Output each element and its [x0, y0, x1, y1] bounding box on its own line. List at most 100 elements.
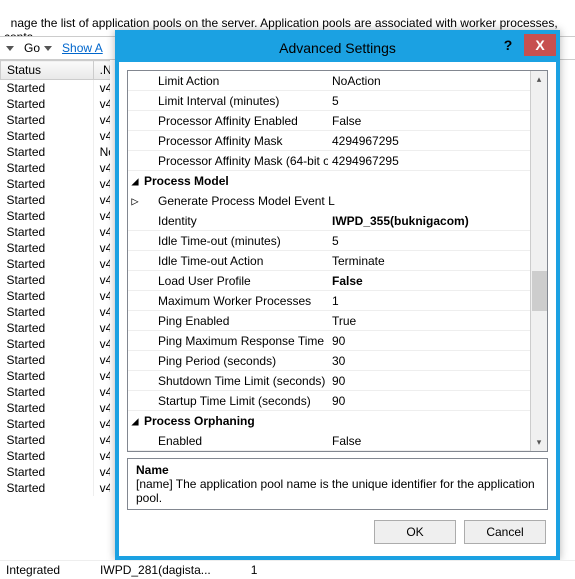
property-row[interactable]: Limit ActionNoAction — [128, 71, 530, 91]
table-row[interactable]: Startedv4.0 — [1, 288, 111, 304]
cell-net: v4.0 — [93, 176, 110, 192]
property-name: Ping Maximum Response Time ( — [128, 331, 328, 350]
col-status[interactable]: Status — [1, 61, 94, 80]
property-value[interactable]: 4294967295 — [328, 151, 530, 170]
expand-icon[interactable]: ◢ — [128, 411, 142, 431]
property-value[interactable]: 90 — [328, 371, 530, 390]
cell-net: v4.0 — [93, 416, 110, 432]
table-row[interactable]: Startedv4.0 — [1, 400, 111, 416]
table-row[interactable]: Startedv4.0 — [1, 368, 111, 384]
property-row[interactable]: Limit Interval (minutes)5 — [128, 91, 530, 111]
cell-status: Started — [1, 80, 94, 97]
property-row[interactable]: Processor Affinity Mask4294967295 — [128, 131, 530, 151]
table-row[interactable]: Startedv4.0 — [1, 480, 111, 496]
expand-icon[interactable]: ▷ — [128, 191, 142, 211]
property-row[interactable]: Startup Time Limit (seconds)90 — [128, 391, 530, 411]
table-row[interactable]: Startedv4.0 — [1, 432, 111, 448]
property-value[interactable]: NoAction — [328, 71, 530, 90]
property-row[interactable]: Ping EnabledTrue — [128, 311, 530, 331]
cell-net: v4.0 — [93, 208, 110, 224]
titlebar[interactable]: Advanced Settings ? X — [119, 34, 556, 62]
scroll-thumb[interactable] — [532, 271, 547, 311]
table-row[interactable]: Startedv4.0 — [1, 256, 111, 272]
cell-status: Started — [1, 336, 94, 352]
table-row[interactable]: Startedv4.0 — [1, 320, 111, 336]
table-row[interactable]: Startedv4.0 — [1, 272, 111, 288]
cell-net: v4.0 — [93, 336, 110, 352]
scroll-down-icon[interactable]: ▾ — [532, 434, 547, 451]
property-name: Limit Action — [128, 71, 328, 90]
cell-status: Started — [1, 432, 94, 448]
property-value[interactable]: True — [328, 311, 530, 330]
cell-status: Started — [1, 144, 94, 160]
table-row[interactable]: Startedv4.0 — [1, 304, 111, 320]
property-value[interactable]: 90 — [328, 331, 530, 350]
property-value[interactable]: 30 — [328, 351, 530, 370]
property-value[interactable]: False — [328, 431, 530, 450]
property-value[interactable]: IWPD_355(buknigacom) — [328, 211, 530, 230]
table-row[interactable]: Startedv4.0 — [1, 160, 111, 176]
property-row[interactable]: Maximum Worker Processes1 — [128, 291, 530, 311]
table-row[interactable]: Startedv4.0 — [1, 224, 111, 240]
cell-net: v4.0 — [93, 80, 110, 97]
table-row[interactable]: Startedv4.0 — [1, 384, 111, 400]
scrollbar[interactable]: ▴ ▾ — [530, 71, 547, 451]
category-row[interactable]: ▷Generate Process Model Event L — [128, 191, 530, 211]
table-row[interactable]: Startedv4.0 — [1, 176, 111, 192]
pool-count: 1 — [251, 563, 258, 577]
table-row[interactable]: Startedv4.0 — [1, 96, 111, 112]
close-button[interactable]: X — [524, 34, 556, 56]
property-row[interactable]: Idle Time-out ActionTerminate — [128, 251, 530, 271]
property-value[interactable]: False — [328, 271, 530, 290]
table-row[interactable]: Startedv4.0 — [1, 80, 111, 97]
filter-dropdown[interactable] — [6, 46, 14, 51]
cell-status: Started — [1, 384, 94, 400]
category-row[interactable]: ◢Process Orphaning — [128, 411, 530, 431]
go-dropdown[interactable]: Go — [24, 41, 52, 55]
property-name: Limit Interval (minutes) — [128, 91, 328, 110]
property-value[interactable]: Terminate — [328, 251, 530, 270]
property-row[interactable]: EnabledFalse — [128, 431, 530, 451]
table-row[interactable]: Startedv4.0 — [1, 208, 111, 224]
property-row[interactable]: Load User ProfileFalse — [128, 271, 530, 291]
cell-status: Started — [1, 208, 94, 224]
table-row[interactable]: Startedv4.0 — [1, 336, 111, 352]
property-value[interactable]: 5 — [328, 231, 530, 250]
table-row[interactable]: Startedv4.0 — [1, 112, 111, 128]
property-value[interactable]: 5 — [328, 91, 530, 110]
cancel-button[interactable]: Cancel — [464, 520, 546, 544]
cell-status: Started — [1, 272, 94, 288]
col-net[interactable]: .NET CL — [93, 61, 110, 80]
cell-status: Started — [1, 112, 94, 128]
property-row[interactable]: Processor Affinity Mask (64-bit o4294967… — [128, 151, 530, 171]
help-button[interactable]: ? — [492, 34, 524, 56]
property-row[interactable]: Ping Period (seconds)30 — [128, 351, 530, 371]
property-value[interactable]: 90 — [328, 391, 530, 410]
cell-status: Started — [1, 256, 94, 272]
table-row[interactable]: Startedv4.0 — [1, 240, 111, 256]
ok-button[interactable]: OK — [374, 520, 456, 544]
table-row[interactable]: Startedv4.0 — [1, 464, 111, 480]
table-row[interactable]: Startedv4.0 — [1, 128, 111, 144]
table-row[interactable]: Startedv4.0 — [1, 352, 111, 368]
property-value[interactable]: 4294967295 — [328, 131, 530, 150]
property-grid[interactable]: Limit ActionNoActionLimit Interval (minu… — [127, 70, 548, 452]
cell-status: Started — [1, 352, 94, 368]
scroll-up-icon[interactable]: ▴ — [532, 71, 547, 88]
pool-name: IWPD_281(dagista... — [100, 563, 211, 577]
expand-icon[interactable]: ◢ — [128, 171, 142, 191]
table-row[interactable]: Startedv4.0 — [1, 192, 111, 208]
cell-net: v4.0 — [93, 272, 110, 288]
table-row[interactable]: StartedNo Mar — [1, 144, 111, 160]
show-all-link[interactable]: Show A — [62, 41, 103, 55]
property-row[interactable]: Idle Time-out (minutes)5 — [128, 231, 530, 251]
property-row[interactable]: Processor Affinity EnabledFalse — [128, 111, 530, 131]
property-row[interactable]: Ping Maximum Response Time (90 — [128, 331, 530, 351]
table-row[interactable]: Startedv4.0 — [1, 416, 111, 432]
property-row[interactable]: IdentityIWPD_355(buknigacom) — [128, 211, 530, 231]
property-row[interactable]: Shutdown Time Limit (seconds)90 — [128, 371, 530, 391]
table-row[interactable]: Startedv4.0 — [1, 448, 111, 464]
category-row[interactable]: ◢Process Model — [128, 171, 530, 191]
property-value[interactable]: False — [328, 111, 530, 130]
property-value[interactable]: 1 — [328, 291, 530, 310]
